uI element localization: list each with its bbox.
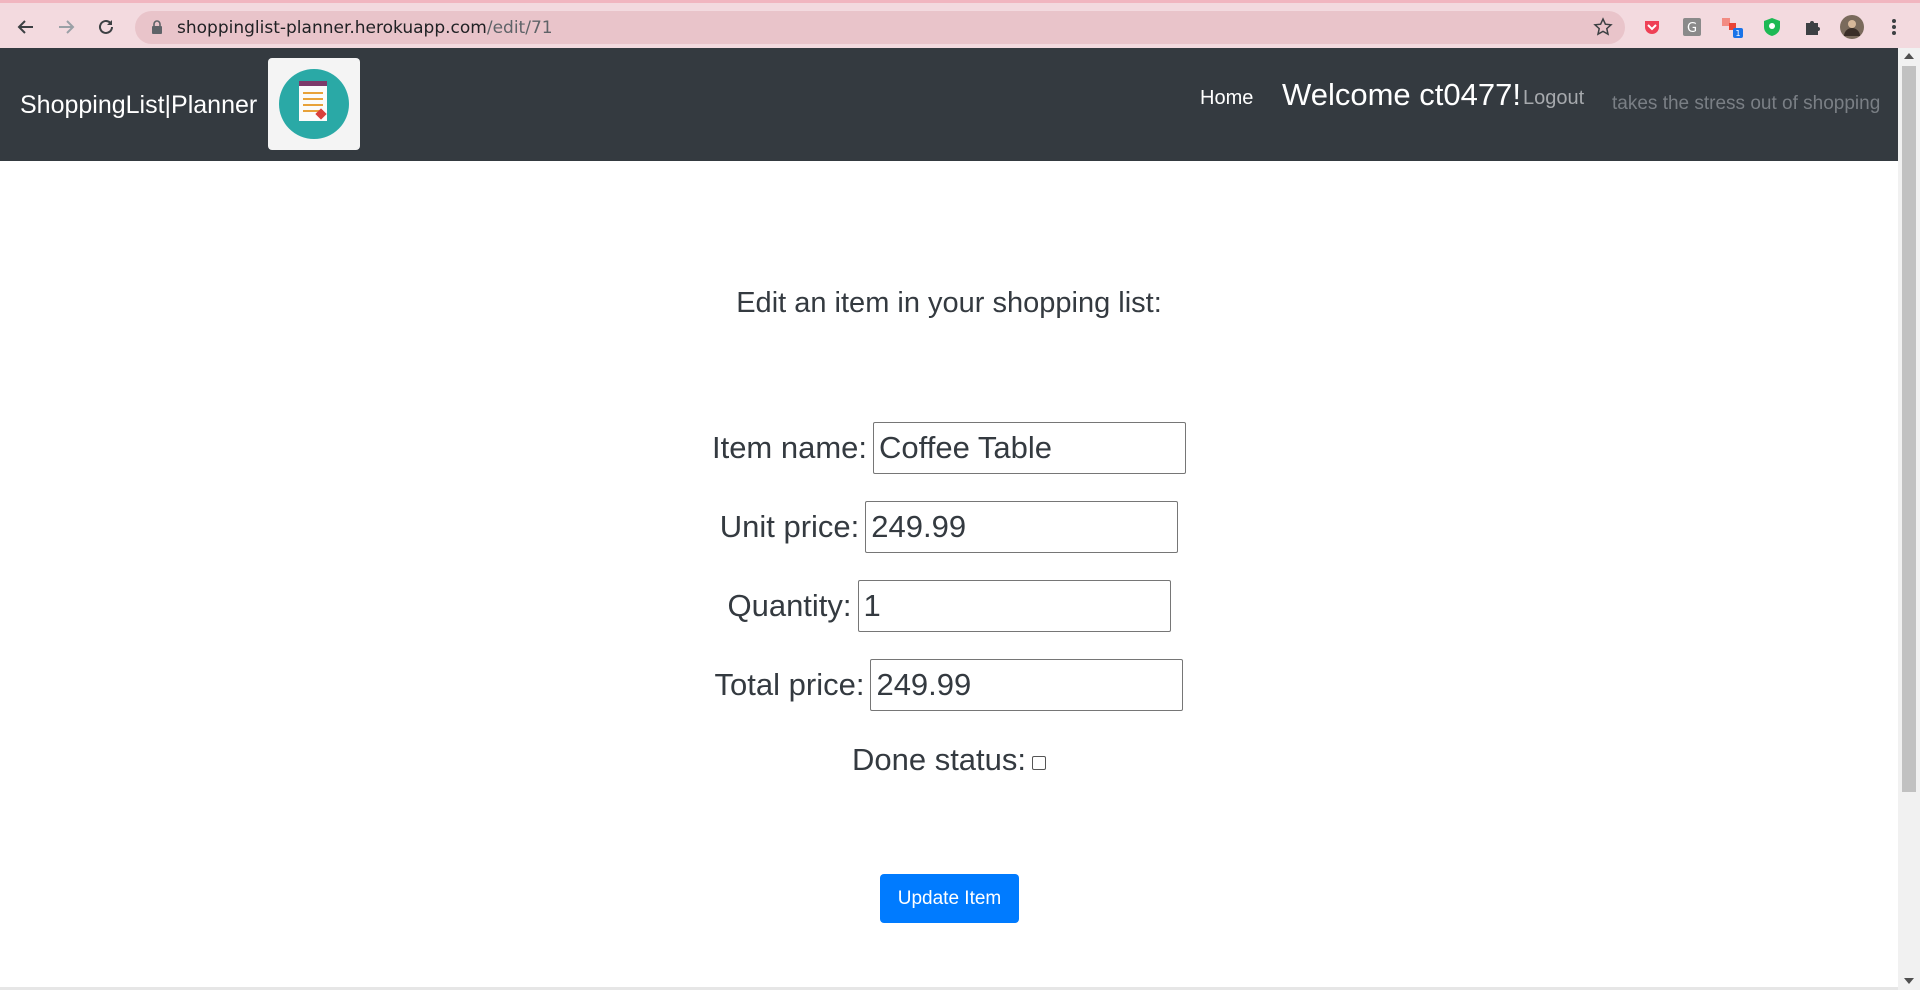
quantity-label: Quantity:: [727, 588, 852, 623]
page-scrollbar[interactable]: [1898, 48, 1920, 990]
url-text: shoppinglist-planner.herokuapp.com/edit/…: [177, 18, 553, 38]
extension-badge-count: 1: [1735, 29, 1740, 38]
item-name-input[interactable]: [873, 422, 1187, 474]
done-status-label: Done status:: [851, 742, 1027, 777]
svg-text:G: G: [1687, 21, 1697, 36]
reload-icon[interactable]: [92, 13, 120, 41]
done-status-row: Done status:: [0, 742, 1898, 778]
forward-icon[interactable]: [52, 13, 80, 41]
scroll-down-icon[interactable]: [1904, 978, 1914, 984]
item-name-label: Item name:: [711, 430, 868, 465]
scrollbar-thumb[interactable]: [1902, 66, 1916, 792]
lock-icon: [151, 20, 163, 39]
page-title: Edit an item in your shopping list:: [736, 287, 1162, 319]
notification-extension-icon[interactable]: 1: [1720, 15, 1744, 39]
unit-price-row: Unit price:: [0, 501, 1898, 553]
unit-price-label: Unit price:: [719, 509, 860, 544]
quantity-row: Quantity:: [0, 580, 1898, 632]
total-price-input[interactable]: [870, 659, 1184, 711]
browser-toolbar: shoppinglist-planner.herokuapp.com/edit/…: [0, 0, 1920, 48]
url-host: shoppinglist-planner.herokuapp.com: [177, 18, 487, 38]
nav-home-link[interactable]: Home: [1200, 87, 1253, 110]
browser-menu-icon[interactable]: [1882, 15, 1906, 39]
done-status-checkbox[interactable]: [1032, 756, 1047, 770]
scroll-up-icon[interactable]: [1904, 53, 1914, 59]
brand-name[interactable]: ShoppingList|Planner: [20, 91, 257, 120]
profile-avatar-icon[interactable]: [1840, 15, 1864, 39]
tagline: takes the stress out of shopping: [1612, 93, 1881, 114]
pocket-extension-icon[interactable]: [1640, 15, 1664, 39]
item-name-row: Item name:: [0, 422, 1898, 474]
total-price-row: Total price:: [0, 659, 1898, 711]
url-path: /edit/71: [486, 18, 553, 38]
address-bar[interactable]: shoppinglist-planner.herokuapp.com/edit/…: [135, 11, 1625, 44]
app-logo[interactable]: [268, 58, 360, 150]
nav-logout-link[interactable]: Logout: [1523, 87, 1584, 110]
shopping-list-icon: [299, 81, 327, 121]
app-navbar: ShoppingList|Planner Home Welcome ct0477…: [0, 48, 1898, 161]
back-icon[interactable]: [12, 13, 40, 41]
grammarly-extension-icon[interactable]: G: [1680, 15, 1704, 39]
quantity-input[interactable]: [857, 580, 1171, 632]
puzzle-extensions-icon[interactable]: [1800, 15, 1824, 39]
update-item-button[interactable]: Update Item: [880, 874, 1019, 923]
welcome-text: Welcome ct0477!: [1282, 77, 1521, 112]
shield-extension-icon[interactable]: [1760, 15, 1784, 39]
unit-price-input[interactable]: [865, 501, 1179, 553]
total-price-label: Total price:: [714, 667, 865, 702]
bookmark-star-icon[interactable]: [1593, 17, 1613, 42]
